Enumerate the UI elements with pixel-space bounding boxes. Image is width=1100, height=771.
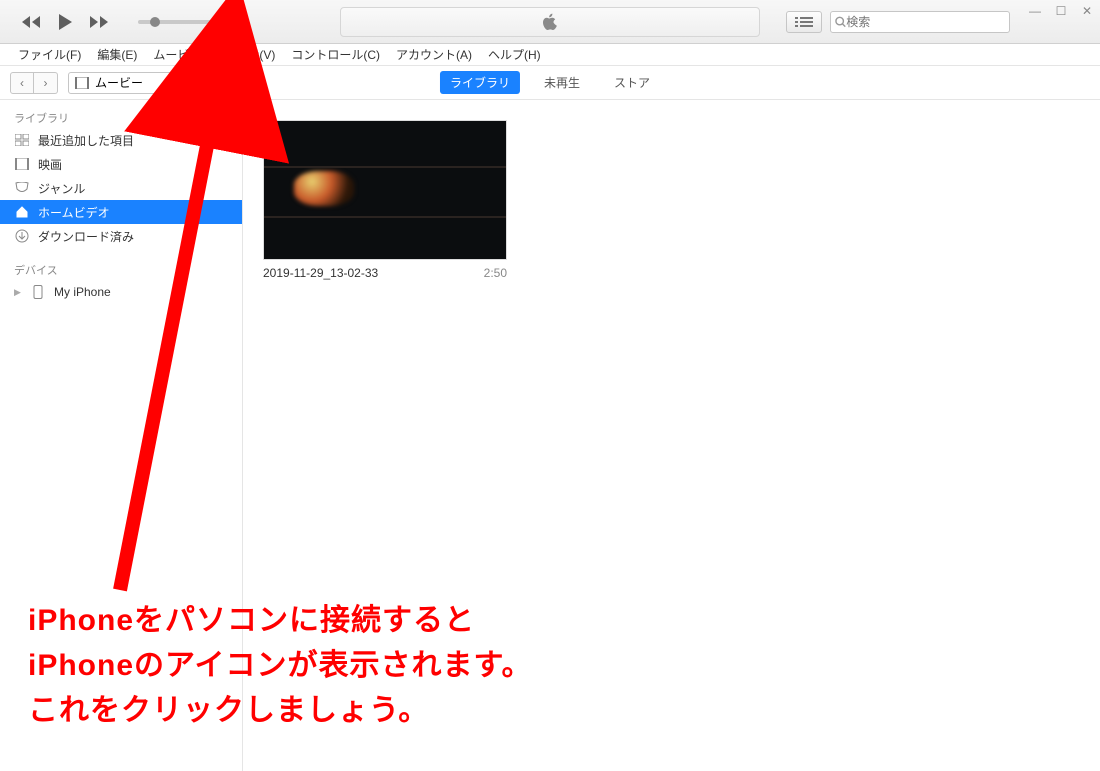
- tab-unplayed[interactable]: 未再生: [534, 71, 590, 94]
- sidebar-item-label: ダウンロード済み: [38, 228, 134, 245]
- phone-icon: [207, 75, 217, 91]
- menu-file[interactable]: ファイル(F): [12, 44, 87, 65]
- search-input[interactable]: [846, 15, 1005, 29]
- menu-view[interactable]: 表示(V): [229, 44, 281, 65]
- next-button[interactable]: [88, 15, 110, 29]
- apple-logo-icon: [542, 13, 558, 31]
- playback-controls: [20, 13, 228, 31]
- sidebar: ライブラリ 最近追加した項目 映画 ジャンル ホームビデオ: [0, 100, 243, 771]
- media-type-select[interactable]: ムービー ▾: [68, 72, 188, 94]
- video-item[interactable]: 2019-11-29_13-02-33 2:50: [263, 120, 507, 280]
- player-bar: — ☐ ✕: [0, 0, 1100, 44]
- close-button[interactable]: ✕: [1078, 4, 1096, 18]
- minimize-button[interactable]: —: [1026, 4, 1044, 18]
- menu-help[interactable]: ヘルプ(H): [482, 44, 547, 65]
- sidebar-section-devices: デバイス: [0, 258, 242, 280]
- search-field[interactable]: [830, 11, 1010, 33]
- sidebar-item-label: My iPhone: [54, 285, 111, 299]
- sidebar-item-genre[interactable]: ジャンル: [0, 176, 242, 200]
- media-type-label: ムービー: [95, 74, 143, 91]
- device-button[interactable]: [198, 72, 226, 94]
- sidebar-item-label: 最近追加した項目: [38, 132, 134, 149]
- tab-store[interactable]: ストア: [604, 71, 660, 94]
- sidebar-item-label: 映画: [38, 156, 62, 173]
- main-area: ライブラリ 最近追加した項目 映画 ジャンル ホームビデオ: [0, 100, 1100, 771]
- sidebar-item-label: ジャンル: [38, 180, 85, 197]
- download-icon: [14, 229, 30, 243]
- video-duration: 2:50: [484, 266, 507, 280]
- nav-forward-button[interactable]: ›: [34, 72, 58, 94]
- film-icon: [14, 158, 30, 170]
- video-thumbnail: [263, 120, 507, 260]
- tab-library[interactable]: ライブラリ: [440, 71, 520, 94]
- sidebar-item-device[interactable]: ▶ My iPhone: [0, 280, 242, 304]
- list-view-button[interactable]: [786, 11, 822, 33]
- home-icon: [14, 206, 30, 218]
- sidebar-item-movies[interactable]: 映画: [0, 152, 242, 176]
- chevron-down-icon: ▾: [176, 77, 181, 88]
- masks-icon: [14, 182, 30, 194]
- menu-edit[interactable]: 編集(E): [91, 44, 143, 65]
- sidebar-item-homevideo[interactable]: ホームビデオ: [0, 200, 242, 224]
- sidebar-item-recent[interactable]: 最近追加した項目: [0, 128, 242, 152]
- phone-icon: [30, 285, 46, 299]
- prev-button[interactable]: [20, 15, 42, 29]
- sidebar-section-library: ライブラリ: [0, 106, 242, 128]
- secondary-toolbar: ‹ › ムービー ▾ ライブラリ 未再生 ストア: [0, 66, 1100, 100]
- sidebar-item-downloaded[interactable]: ダウンロード済み: [0, 224, 242, 248]
- search-icon: [835, 16, 846, 28]
- window-controls: — ☐ ✕: [1026, 4, 1096, 18]
- menu-account[interactable]: アカウント(A): [390, 44, 478, 65]
- nav-back-button[interactable]: ‹: [10, 72, 34, 94]
- menubar: ファイル(F) 編集(E) ムービー(M) 表示(V) コントロール(C) アカ…: [0, 44, 1100, 66]
- disclosure-icon: ▶: [14, 287, 22, 298]
- list-icon: [795, 16, 813, 28]
- view-tabs: ライブラリ 未再生 ストア: [440, 71, 660, 94]
- menu-movie[interactable]: ムービー(M): [147, 44, 225, 65]
- play-button[interactable]: [56, 13, 74, 31]
- volume-slider[interactable]: [138, 20, 228, 24]
- lcd-display: [340, 7, 760, 37]
- grid-icon: [14, 134, 30, 146]
- film-icon: [75, 77, 89, 89]
- maximize-button[interactable]: ☐: [1052, 4, 1070, 18]
- sidebar-item-label: ホームビデオ: [38, 204, 110, 221]
- video-title: 2019-11-29_13-02-33: [263, 266, 378, 280]
- menu-control[interactable]: コントロール(C): [285, 44, 386, 65]
- content-area: 2019-11-29_13-02-33 2:50: [243, 100, 1100, 771]
